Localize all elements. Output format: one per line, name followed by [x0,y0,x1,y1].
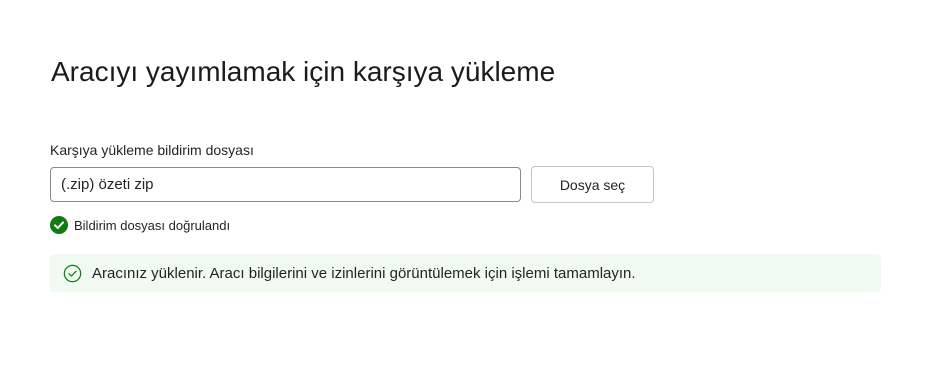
manifest-file-input[interactable] [50,167,521,202]
validation-message: Bildirim dosyası doğrulandı [74,217,231,233]
checkmark-circle-outline-icon [63,264,82,283]
choose-file-button[interactable]: Dosya seç [531,166,654,203]
manifest-file-label: Karşıya yükleme bildirim dosyası [50,142,254,158]
validation-status: Bildirim dosyası doğrulandı [50,215,230,235]
success-banner: Aracınız yüklenir. Aracı bilgilerini ve … [50,254,881,292]
banner-message: Aracınız yüklenir. Aracı bilgilerini ve … [92,264,636,282]
page-title: Aracıyı yayımlamak için karşıya yükleme [51,56,556,87]
checkmark-circle-filled-icon [50,216,68,234]
